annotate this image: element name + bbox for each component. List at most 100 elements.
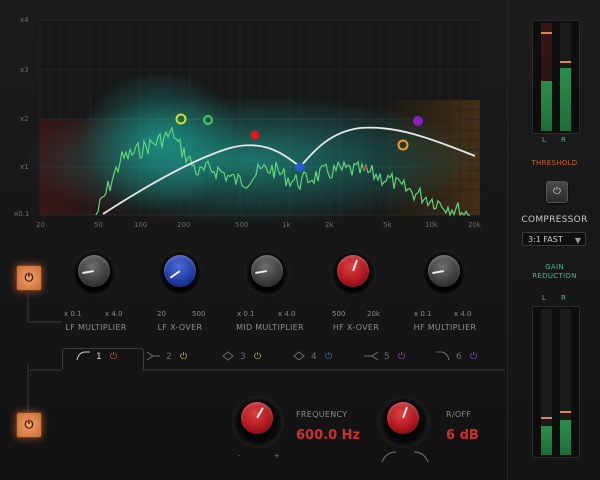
compressor-label: COMPRESSOR <box>521 215 588 225</box>
lf-xover-knob[interactable] <box>164 255 196 287</box>
band-power-button[interactable]: ⏻ <box>16 412 42 438</box>
crossover-power-button[interactable]: ⏻ <box>16 265 42 291</box>
roff-knob-well <box>378 396 430 448</box>
meter-fill <box>560 68 571 131</box>
compressor-panel: L R THRESHOLD ⏻ COMPRESSOR 3:1 FAST ▼ GA… <box>507 0 600 480</box>
frequency-minus: - <box>238 452 241 460</box>
hf-xover-min: 500 <box>332 310 346 318</box>
x-label-1k: 1k <box>282 221 291 229</box>
gr-r-label: R <box>561 294 566 302</box>
mid-multiplier-min: x 0.1 <box>237 310 255 318</box>
spectrum-analyzer[interactable] <box>0 0 505 235</box>
x-label-2k: 2k <box>325 221 334 229</box>
band-node-4[interactable] <box>295 162 305 172</box>
chevron-down-icon: ▼ <box>574 236 581 245</box>
mid-multiplier-knob[interactable] <box>251 255 283 287</box>
band-node-3[interactable] <box>250 130 260 140</box>
band-tab-2-number: 2 <box>166 352 172 362</box>
band-node-marker <box>363 166 367 170</box>
lf-xover-max: 500 <box>192 310 206 318</box>
output-meter-r <box>560 23 571 131</box>
frequency-plus: + <box>274 452 280 460</box>
power-icon: ⏻ <box>553 186 561 197</box>
band-tab-1-number: 1 <box>96 352 102 362</box>
hf-xover-knob[interactable] <box>337 255 369 287</box>
x-label-5k: 5k <box>383 221 392 229</box>
lf-xover-label: LF X-OVER <box>157 323 203 332</box>
band-tab-5-number: 5 <box>384 352 390 362</box>
hf-xover-max: 20k <box>367 310 380 318</box>
low-shelf-shape-icon <box>146 351 160 361</box>
band-tab-2[interactable]: 2 ⏻ <box>146 349 196 365</box>
x-label-500: 500 <box>235 221 249 229</box>
mid-multiplier-label: MID MULTIPLIER <box>236 323 304 332</box>
knob-indicator <box>402 406 409 419</box>
spectrum-glow-low <box>80 70 240 210</box>
output-meter-frame <box>532 20 580 134</box>
meter-r-label: R <box>561 136 566 144</box>
power-icon[interactable]: ⏻ <box>254 352 261 362</box>
band-tab-5[interactable]: 5 ⏻ <box>364 349 414 365</box>
gain-reduction-meter-frame <box>532 306 580 458</box>
lf-multiplier-label: LF MULTIPLIER <box>65 323 127 332</box>
band-tab-4[interactable]: 4 ⏻ <box>293 349 343 365</box>
band-tab-4-number: 4 <box>311 352 317 362</box>
power-icon: ⏻ <box>24 418 34 431</box>
y-label-x1: x1 <box>20 163 29 171</box>
gr-meter-l <box>541 309 552 455</box>
lf-multiplier-max: x 4.0 <box>105 310 123 318</box>
frequency-knob[interactable] <box>241 402 273 434</box>
lf-xover-knob-well <box>157 250 203 296</box>
frequency-knob-well <box>232 396 284 448</box>
lf-multiplier-min: x 0.1 <box>64 310 82 318</box>
x-label-100: 100 <box>134 221 148 229</box>
hf-multiplier-knob[interactable] <box>428 255 460 287</box>
power-icon[interactable]: ⏻ <box>110 352 117 362</box>
lf-multiplier-knob[interactable] <box>78 255 110 287</box>
y-label-x2: x2 <box>20 115 29 123</box>
frequency-value[interactable]: 600.0 Hz <box>296 428 360 443</box>
band-tab-1[interactable]: 1 ⏻ <box>76 349 136 365</box>
knob-indicator <box>169 270 181 279</box>
power-icon[interactable]: ⏻ <box>325 352 332 362</box>
lf-multiplier-knob-well <box>71 250 117 296</box>
hf-multiplier-max: x 4.0 <box>454 310 472 318</box>
gr-meter-r <box>560 309 571 455</box>
meter-peak <box>541 32 552 34</box>
knob-indicator <box>432 270 445 275</box>
compressor-mode-select[interactable]: 3:1 FAST ▼ <box>522 232 586 246</box>
lf-xover-min: 20 <box>157 310 166 318</box>
knob-indicator <box>256 407 264 419</box>
hf-multiplier-label: HF MULTIPLIER <box>413 323 477 332</box>
lowpass-shape-icon <box>436 351 450 361</box>
x-label-20: 20 <box>36 221 45 229</box>
band-tab-6[interactable]: 6 ⏻ <box>436 349 486 365</box>
compressor-power-button[interactable]: ⏻ <box>546 181 568 203</box>
high-shelf-shape-icon <box>364 351 378 361</box>
meter-peak <box>541 417 552 419</box>
meter-fill <box>541 81 552 131</box>
hf-xover-label: HF X-OVER <box>332 323 380 332</box>
band-tab-3-number: 3 <box>240 352 246 362</box>
power-icon[interactable]: ⏻ <box>398 352 405 362</box>
x-label-50: 50 <box>94 221 103 229</box>
y-label-x3: x3 <box>20 66 29 74</box>
hf-xover-knob-well <box>330 250 376 296</box>
meter-l-label: L <box>542 136 546 144</box>
band-tab-3[interactable]: 3 ⏻ <box>222 349 272 365</box>
power-icon[interactable]: ⏻ <box>470 352 477 362</box>
tabs-divider <box>30 369 505 376</box>
roff-value[interactable]: 6 dB <box>446 428 479 443</box>
roff-knob[interactable] <box>387 402 419 434</box>
connector-line-top <box>27 290 62 323</box>
meter-fill <box>560 419 571 455</box>
knob-indicator <box>352 259 359 272</box>
power-icon[interactable]: ⏻ <box>180 352 187 362</box>
connector-line-bottom <box>27 364 29 414</box>
bell-shape-icon <box>222 351 234 361</box>
hf-multiplier-min: x 0.1 <box>414 310 432 318</box>
band-node-6[interactable] <box>413 116 423 126</box>
highpass-shape-icon <box>76 351 90 361</box>
power-icon: ⏻ <box>24 271 34 284</box>
band-tab-6-number: 6 <box>456 352 462 362</box>
